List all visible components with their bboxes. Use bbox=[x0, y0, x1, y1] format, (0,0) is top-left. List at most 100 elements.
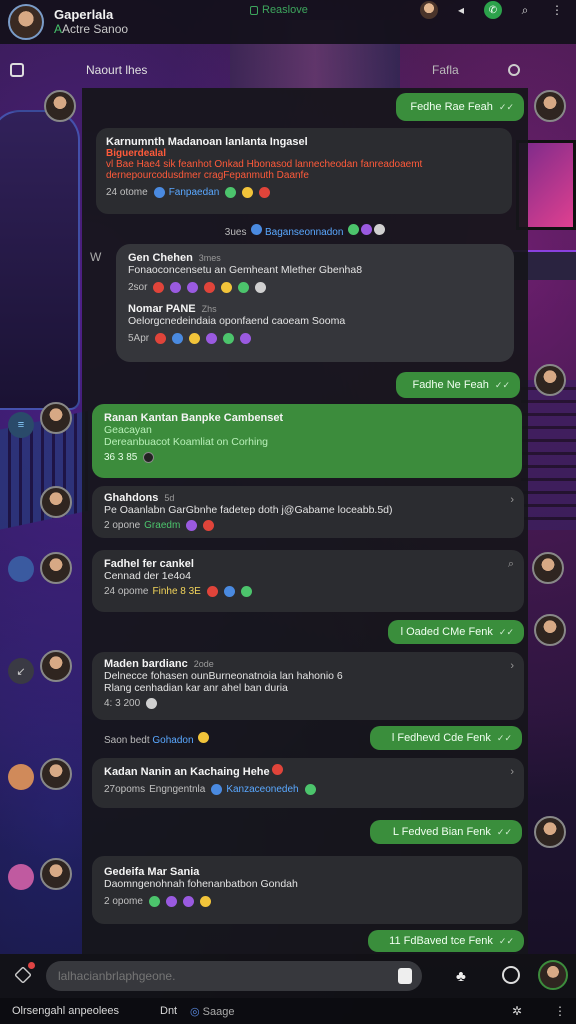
chevron-icon[interactable]: ⌕ bbox=[508, 558, 514, 571]
footer-mid-text[interactable]: Dnt bbox=[160, 1005, 177, 1017]
side-avatar-icon[interactable] bbox=[8, 864, 34, 890]
my-avatar[interactable] bbox=[534, 614, 566, 646]
emoji-icon[interactable] bbox=[182, 896, 194, 907]
event-text[interactable]: Baganseonnadon bbox=[265, 227, 343, 238]
emoji-icon[interactable] bbox=[203, 520, 215, 531]
emoji-icon bbox=[271, 764, 283, 775]
message-text: Fonaoconcensetu an Gemheant Mlether Gben… bbox=[128, 264, 363, 276]
sender-avatar[interactable] bbox=[40, 486, 72, 518]
side-avatar-icon[interactable] bbox=[8, 556, 34, 582]
emoji-icon[interactable] bbox=[238, 282, 250, 293]
emoji-icon[interactable] bbox=[189, 333, 201, 344]
grid-icon[interactable] bbox=[10, 63, 24, 77]
event-tag[interactable]: Gohadon bbox=[152, 735, 193, 746]
emoji-icon[interactable] bbox=[172, 333, 184, 344]
incoming-message[interactable]: Ghahdons 5d Pe Oaanlabn GarGbnhe fadetep … bbox=[92, 486, 524, 538]
my-avatar[interactable] bbox=[534, 364, 566, 396]
filter-label[interactable]: Fafla bbox=[432, 63, 459, 77]
settings-icon[interactable]: ✲ bbox=[512, 1004, 522, 1018]
message-input[interactable] bbox=[46, 961, 422, 991]
outgoing-message[interactable]: Fedhe Rae Feah bbox=[396, 93, 524, 121]
outgoing-message[interactable]: L Fedved Bian Fenk bbox=[370, 820, 522, 844]
contact-avatar-icon[interactable] bbox=[420, 1, 438, 19]
message-tag[interactable]: Graedm bbox=[144, 520, 180, 531]
outgoing-message[interactable]: 11 FdBaved tce Fenk bbox=[368, 930, 524, 952]
sticker-icon[interactable] bbox=[398, 968, 412, 984]
reply-icon[interactable]: ↙ bbox=[8, 658, 34, 684]
more-icon[interactable]: ⋮ bbox=[548, 1, 566, 19]
emoji-icon[interactable] bbox=[165, 896, 177, 907]
message-text: Delnecce fohasen ounBurneonatnoia lan ha… bbox=[104, 670, 343, 682]
emoji-icon[interactable] bbox=[148, 896, 160, 907]
emoji-icon[interactable] bbox=[223, 333, 235, 344]
forward-icon[interactable]: W bbox=[90, 250, 101, 264]
header-title-block[interactable]: Gaperlala AActre Sanoo bbox=[54, 7, 128, 36]
message-meta: 2 opome bbox=[104, 896, 510, 907]
footer-right[interactable]: ◎ Saage bbox=[190, 1005, 234, 1018]
emoji-icon[interactable] bbox=[240, 586, 252, 597]
message-title: Ranan Kantan Banpke Cambenset bbox=[104, 412, 284, 424]
my-avatar[interactable] bbox=[534, 816, 566, 848]
message-text: Oelorgcnedeindaia oponfaend caoeam Sooma bbox=[128, 315, 346, 327]
side-avatar-icon[interactable] bbox=[8, 764, 34, 790]
group-avatar[interactable] bbox=[8, 4, 44, 40]
emoji-icon[interactable] bbox=[206, 586, 218, 597]
incoming-message[interactable]: Gedeifa Mar Sania Daomngenohnah fohenanb… bbox=[92, 856, 522, 924]
emoji-icon[interactable] bbox=[204, 282, 216, 293]
emoji-reaction-icon[interactable] bbox=[225, 187, 237, 198]
emoji-icon[interactable]: ♣ bbox=[456, 968, 466, 985]
emoji-icon[interactable] bbox=[206, 333, 218, 344]
timer-icon[interactable] bbox=[502, 966, 520, 984]
outgoing-message[interactable]: l Oaded CMe Fenk bbox=[388, 620, 524, 644]
emoji-icon[interactable] bbox=[223, 586, 235, 597]
emoji-icon[interactable] bbox=[187, 282, 199, 293]
my-avatar[interactable] bbox=[538, 960, 568, 990]
sender-avatar[interactable] bbox=[40, 858, 72, 890]
search-small-icon[interactable] bbox=[508, 64, 520, 76]
online-dot-icon: A bbox=[54, 21, 63, 36]
incoming-message[interactable]: Kadan Nanin an Kachaing Hehe 27opoms Engn… bbox=[92, 758, 524, 808]
highlighted-message[interactable]: Ranan Kantan Banpke Cambenset Geacayan D… bbox=[92, 404, 522, 478]
message-title: Kadan Nanin an Kachaing Hehe bbox=[104, 764, 512, 778]
search-icon[interactable]: ⌕ bbox=[516, 1, 534, 19]
incoming-card-message[interactable]: Karnumnth Madanoan lanlanta Ingasel Bigu… bbox=[96, 128, 512, 214]
emoji-icon[interactable] bbox=[155, 333, 167, 344]
my-avatar[interactable] bbox=[532, 552, 564, 584]
grouped-card[interactable]: Gen Chehen 3mes Fonaoconcensetu an Gemhea… bbox=[116, 244, 514, 362]
emoji-reaction-icon[interactable] bbox=[259, 187, 271, 198]
emoji-icon[interactable] bbox=[186, 520, 198, 531]
emoji-icon[interactable] bbox=[170, 282, 182, 293]
message-tag[interactable]: Finhe 8 3E bbox=[152, 586, 200, 597]
pinned-label[interactable]: Naourt lhes bbox=[86, 63, 147, 77]
call-icon[interactable]: ✆ bbox=[484, 1, 502, 19]
sender-avatar[interactable] bbox=[40, 758, 72, 790]
message-list[interactable]: Fedhe Rae Feah Karnumnth Madanoan lanlan… bbox=[82, 88, 528, 954]
outgoing-message[interactable]: Fadhe Ne Feah bbox=[396, 372, 520, 398]
emoji-icon[interactable] bbox=[221, 282, 233, 293]
emoji-icon[interactable] bbox=[143, 452, 155, 463]
mute-icon[interactable]: ◂ bbox=[452, 1, 470, 19]
footer-left-text[interactable]: Olrsengahl anpeolees bbox=[12, 1005, 119, 1017]
message-title: Gedeifa Mar Sania bbox=[104, 866, 200, 878]
chevron-icon[interactable]: › bbox=[510, 660, 514, 672]
chevron-icon[interactable]: › bbox=[510, 494, 514, 506]
incoming-message[interactable]: Maden bardianc 2ode Delnecce fohasen ounB… bbox=[92, 652, 524, 720]
sender-avatar[interactable] bbox=[44, 90, 76, 122]
message-text: Pe Oaanlabn GarGbnhe fadetep doth j@Gaba… bbox=[104, 504, 393, 516]
sender-avatar[interactable] bbox=[40, 402, 72, 434]
chevron-icon[interactable]: › bbox=[510, 766, 514, 778]
my-avatar[interactable] bbox=[534, 90, 566, 122]
more-icon[interactable]: ⋮ bbox=[554, 1004, 566, 1018]
sender-avatar[interactable] bbox=[40, 650, 72, 682]
sender-avatar[interactable] bbox=[40, 552, 72, 584]
emoji-icon[interactable] bbox=[153, 282, 165, 293]
emoji-icon[interactable] bbox=[240, 333, 252, 344]
emoji-reaction-icon[interactable] bbox=[242, 187, 254, 198]
emoji-icon[interactable] bbox=[304, 784, 316, 795]
message-link[interactable]: Kanzaceonedeh bbox=[226, 784, 298, 795]
emoji-icon[interactable] bbox=[199, 896, 211, 907]
incoming-message[interactable]: Fadhel fer cankel Cennad der 1e4o4 24 op… bbox=[92, 550, 524, 612]
outgoing-message[interactable]: l Fedhevd Cde Fenk bbox=[370, 726, 522, 750]
emoji-icon[interactable] bbox=[255, 282, 267, 293]
message-tag[interactable]: Fanpaedan bbox=[169, 187, 220, 198]
